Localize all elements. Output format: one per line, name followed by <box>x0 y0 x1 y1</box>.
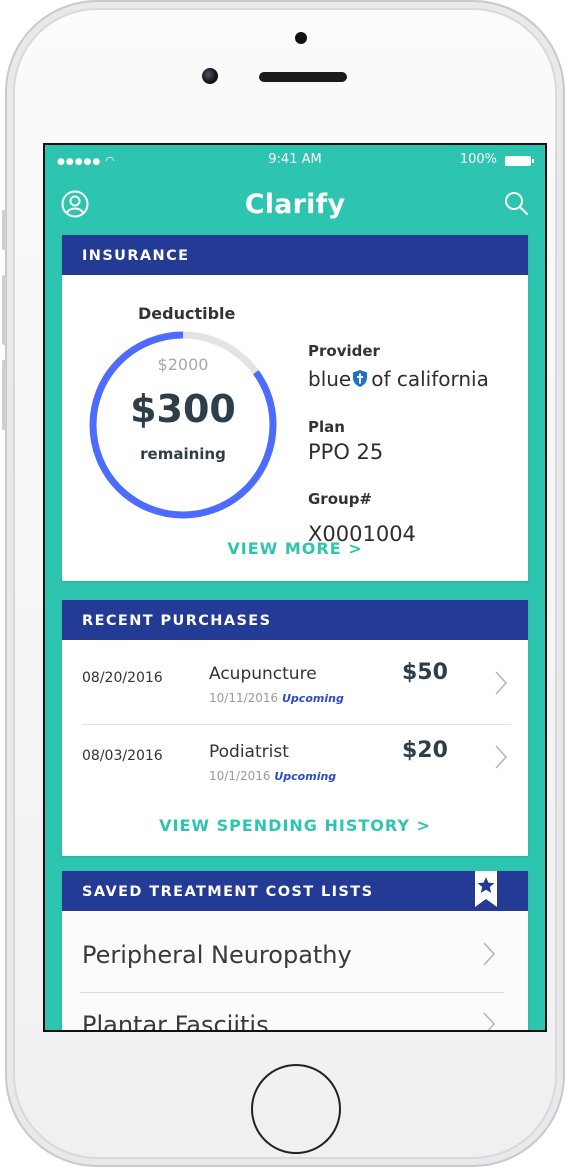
group-label: Group# <box>308 490 372 508</box>
provider-label: Provider <box>308 342 380 360</box>
row-divider <box>80 992 504 993</box>
volume-down-button <box>2 360 6 430</box>
chevron-right-icon[interactable] <box>482 1011 496 1032</box>
mute-switch <box>2 210 6 250</box>
deductible-label: Deductible <box>138 304 236 323</box>
saved-lists-header: SAVED TREATMENT COST LISTS <box>62 871 528 911</box>
volume-up-button <box>2 275 6 345</box>
purchase-amount: $20 <box>402 738 448 763</box>
saved-list-item[interactable]: Plantar Fasciitis <box>82 1011 269 1030</box>
purchase-row[interactable]: 08/03/2016 Podiatrist 10/1/2016 Upcoming… <box>62 726 528 802</box>
chevron-right-icon[interactable] <box>482 941 496 967</box>
shield-logo-icon <box>353 370 368 387</box>
status-badge: Upcoming <box>274 770 337 783</box>
front-sensor <box>295 32 307 44</box>
remaining-amount: $300 <box>130 387 236 431</box>
recent-purchases-card: RECENT PURCHASES 08/20/2016 Acupuncture … <box>62 600 528 856</box>
appointment-date: 10/11/2016 <box>209 691 279 705</box>
deductible-total: $2000 <box>157 355 209 374</box>
saved-lists-title: SAVED TREATMENT COST LISTS <box>82 884 374 900</box>
bookmark-star-icon[interactable] <box>472 871 500 911</box>
appointment-info: 10/1/2016 Upcoming <box>209 769 336 783</box>
purchase-date: 08/03/2016 <box>82 748 163 764</box>
battery-icon <box>505 156 534 166</box>
purchase-name: Podiatrist <box>209 742 289 762</box>
purchase-date: 08/20/2016 <box>82 670 163 686</box>
provider-name-end: of california <box>371 367 489 391</box>
purchase-amount: $50 <box>402 660 448 685</box>
purchase-name: Acupuncture <box>209 664 317 684</box>
purchases-header: RECENT PURCHASES <box>62 600 528 640</box>
view-spending-history-link[interactable]: VIEW SPENDING HISTORY > <box>62 816 528 835</box>
chevron-right-icon[interactable] <box>494 744 508 770</box>
insurance-header: INSURANCE <box>62 235 528 275</box>
saved-lists-card: SAVED TREATMENT COST LISTS Peripheral Ne… <box>62 871 528 1032</box>
saved-list-item[interactable]: Peripheral Neuropathy <box>82 941 352 969</box>
row-divider <box>82 724 511 725</box>
front-camera <box>202 68 218 84</box>
insurance-card: INSURANCE Deductible $2000 $300 remainin… <box>62 235 528 581</box>
earpiece-speaker <box>259 72 347 82</box>
appointment-date: 10/1/2016 <box>209 769 271 783</box>
app-title: Clarify <box>244 189 346 220</box>
purchase-row[interactable]: 08/20/2016 Acupuncture 10/11/2016 Upcomi… <box>62 648 528 724</box>
appointment-info: 10/11/2016 Upcoming <box>209 691 344 705</box>
view-more-link[interactable]: VIEW MORE > <box>62 539 528 558</box>
provider-name-start: blue <box>308 367 352 391</box>
battery-percent: 100% <box>459 152 497 167</box>
remaining-label: remaining <box>140 445 226 463</box>
chevron-right-icon[interactable] <box>494 670 508 696</box>
home-button[interactable] <box>251 1064 341 1154</box>
status-bar: ●●●●● ◠ 9:41 AM 100% <box>45 145 545 175</box>
status-badge: Upcoming <box>282 692 344 705</box>
nav-bar: Clarify <box>45 175 545 235</box>
provider-name: blue of california <box>308 367 489 391</box>
plan-value: PPO 25 <box>308 440 384 464</box>
search-icon[interactable] <box>503 190 529 216</box>
plan-label: Plan <box>308 418 345 436</box>
app-screen: ●●●●● ◠ 9:41 AM 100% Clarify INSURANCE D… <box>43 143 547 1032</box>
